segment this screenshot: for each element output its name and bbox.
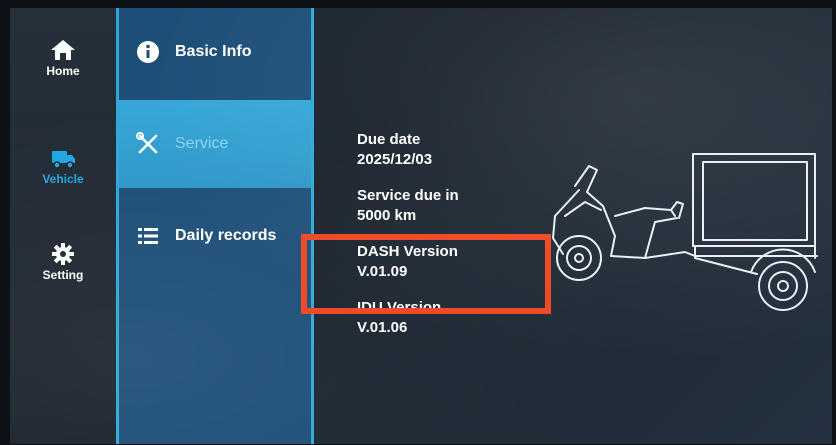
menu-item-basic-info[interactable]: Basic Info (119, 8, 311, 96)
dashboard-screen: Home Vehicle Setting Basic Info Service … (10, 8, 832, 444)
field-label: Due date (357, 131, 421, 148)
menu-item-label: Daily records (175, 227, 277, 244)
info-icon (137, 41, 159, 63)
rail-item-label: Home (46, 64, 80, 78)
menu-item-daily-records[interactable]: Daily records (119, 194, 311, 278)
rail-item-label: Vehicle (42, 172, 84, 186)
vehicle-submenu: Basic Info Service Daily records (119, 8, 314, 444)
cargo-trike-illustration (552, 153, 818, 311)
field-label: Service due in (357, 187, 459, 204)
vehicle-icon (52, 151, 75, 169)
rail-item-home[interactable]: Home (10, 38, 116, 78)
due-date-field: Due date 2025/12/03 (357, 130, 459, 170)
rail-item-vehicle[interactable]: Vehicle (10, 146, 116, 186)
list-icon (138, 228, 158, 244)
service-due-field: Service due in 5000 km (357, 186, 459, 226)
menu-item-label: Basic Info (175, 43, 252, 60)
tools-icon (136, 132, 158, 154)
menu-item-label: Service (175, 135, 229, 152)
dash-version-highlight (301, 234, 551, 314)
nav-rail: Home Vehicle Setting (10, 8, 119, 444)
menu-item-service[interactable]: Service (119, 100, 311, 188)
rail-item-label: Setting (42, 268, 84, 282)
gear-icon (52, 243, 74, 265)
field-value: 2025/12/03 (357, 151, 433, 168)
field-value: V.01.06 (357, 319, 408, 336)
field-value: 5000 km (357, 207, 417, 224)
home-icon (51, 40, 75, 60)
rail-item-setting[interactable]: Setting (10, 242, 116, 282)
